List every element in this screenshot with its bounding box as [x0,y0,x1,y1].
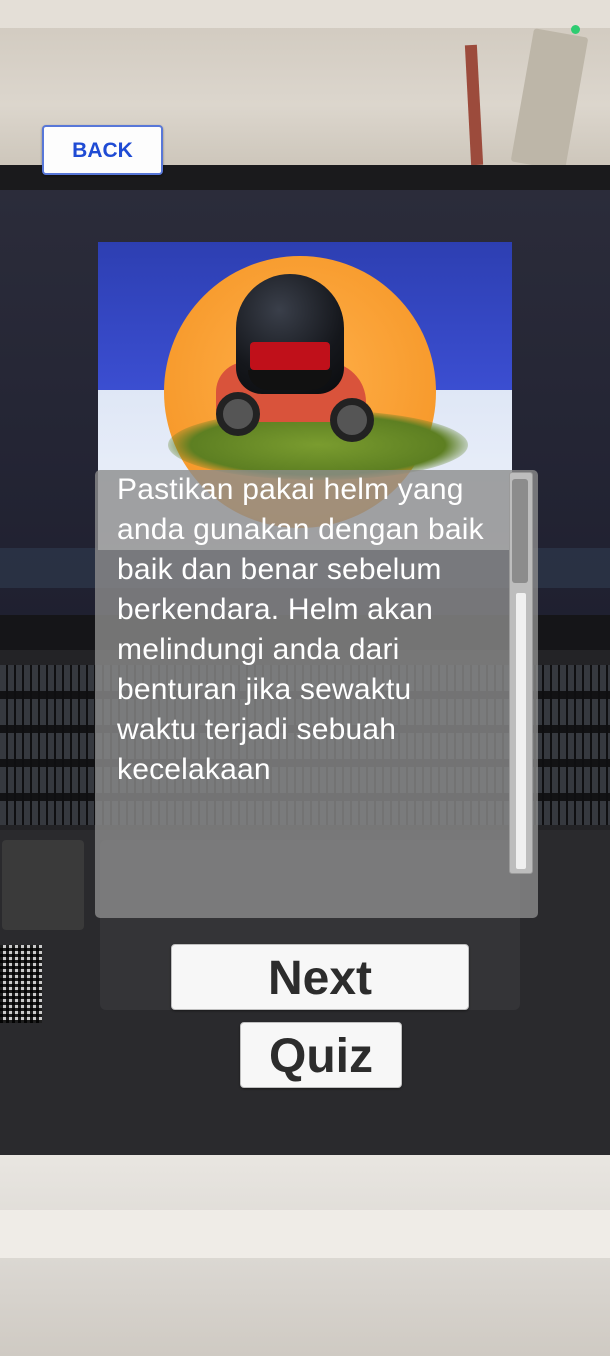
scrollbar-thumb[interactable] [512,479,528,583]
helmet-chin [248,370,332,390]
quiz-button[interactable]: Quiz [240,1022,402,1088]
scrollbar[interactable] [509,472,533,874]
qr-sticker [0,945,42,1023]
shelf [0,0,610,28]
info-text: Pastikan pakai helm yang anda gunakan de… [117,473,484,786]
desk-edge [0,1210,610,1258]
camera-indicator-dot [571,25,580,34]
helmet-visor [250,342,330,370]
wheel-icon [216,392,260,436]
wheel-icon [330,398,374,442]
next-button[interactable]: Next [171,944,469,1010]
back-button[interactable]: BACK [42,125,163,175]
laptop-sticker [2,840,84,930]
info-panel[interactable]: Pastikan pakai helm yang anda gunakan de… [95,470,538,918]
scrollbar-track-inner [516,593,526,869]
